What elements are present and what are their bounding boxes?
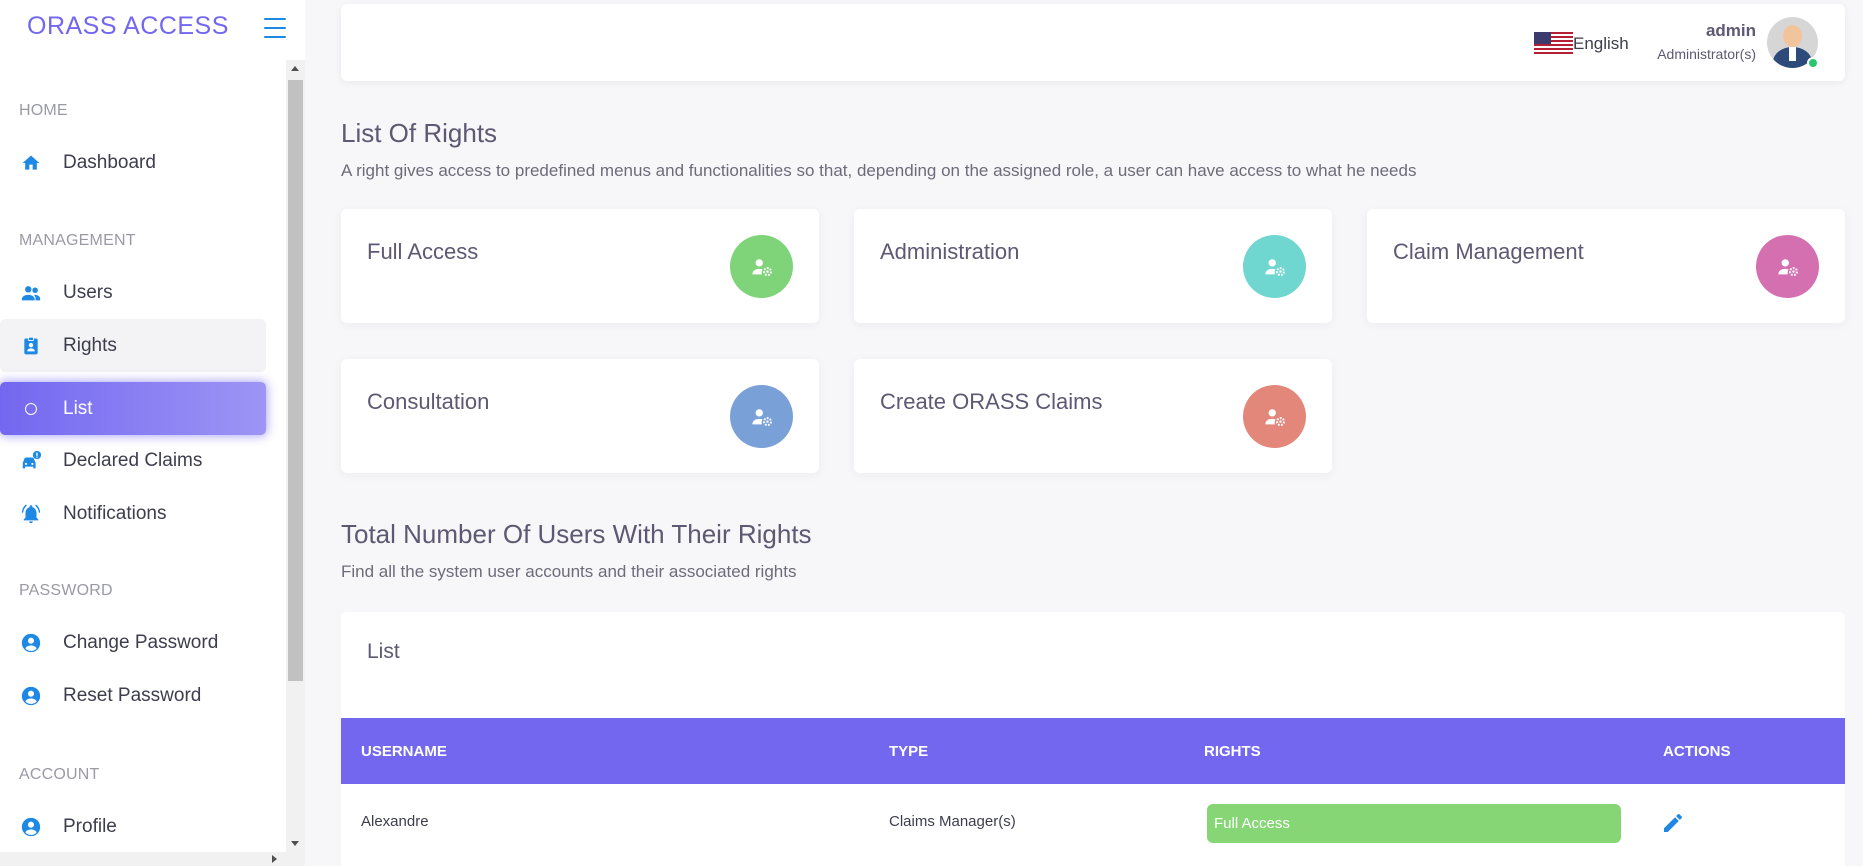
nav-section-password: PASSWORD [19, 582, 113, 599]
cell-type: Claims Manager(s) [889, 813, 1016, 830]
account-circle-icon [19, 815, 43, 839]
right-card-title: Administration [880, 239, 1020, 264]
menu-toggle-icon[interactable] [264, 18, 286, 38]
sidebar-item-users[interactable]: Users [0, 266, 266, 319]
column-header-rights[interactable]: RIGHTS [1204, 743, 1261, 760]
language-label: English [1573, 34, 1629, 53]
user-gear-icon [1243, 385, 1306, 448]
scrollbar-thumb[interactable] [288, 80, 303, 681]
sidebar-item-label: Declared Claims [63, 449, 203, 471]
rights-badge: Full Access [1207, 804, 1621, 843]
cell-username: Alexandre [361, 813, 429, 830]
sidebar-item-label: Change Password [63, 631, 219, 653]
column-header-actions: ACTIONS [1663, 743, 1731, 760]
badge-icon [19, 334, 43, 358]
bell-ring-icon [19, 502, 43, 526]
sidebar-item-notifications[interactable]: Notifications [0, 487, 266, 540]
sidebar-item-reset-password[interactable]: Reset Password [0, 669, 266, 722]
sidebar: ORASS ACCESS HOME Dashboard MANAGEMENT U… [0, 0, 305, 866]
topbar: English admin Administrator(s) [341, 4, 1845, 81]
users-table-card: List USERNAME TYPE RIGHTS ACTIONS Alexan… [341, 612, 1845, 866]
users-title: Total Number Of Users With Their Rights [341, 519, 812, 549]
sidebar-nav: HOME Dashboard MANAGEMENT Users Rights L… [0, 60, 287, 852]
circle-icon [19, 397, 43, 421]
right-card-full-access[interactable]: Full Access [341, 209, 819, 323]
language-selector[interactable]: English [1534, 32, 1629, 56]
sidebar-item-label: Notifications [63, 502, 167, 524]
edit-pencil-icon[interactable] [1661, 811, 1685, 835]
sidebar-item-dashboard[interactable]: Dashboard [0, 136, 266, 189]
user-gear-icon [1756, 235, 1819, 298]
column-header-username[interactable]: USERNAME [361, 743, 447, 760]
user-gear-icon [730, 385, 793, 448]
sidebar-scrollbar[interactable] [286, 60, 305, 852]
sidebar-item-label: List [63, 397, 93, 419]
users-subtitle: Find all the system user accounts and th… [341, 562, 797, 581]
table-header: USERNAME TYPE RIGHTS ACTIONS [341, 718, 1845, 784]
scroll-down-icon[interactable] [291, 841, 299, 846]
sidebar-item-label: Rights [63, 334, 117, 356]
right-card-title: Full Access [367, 239, 479, 264]
sidebar-item-label: Reset Password [63, 684, 202, 706]
account-circle-icon [19, 631, 43, 655]
users-icon [19, 281, 43, 305]
table-row: Alexandre Claims Manager(s) Full Access [341, 784, 1845, 866]
sidebar-horizontal-scrollbar[interactable] [0, 852, 305, 866]
scroll-right-icon[interactable] [272, 855, 277, 863]
sidebar-item-label: Profile [63, 815, 117, 837]
sidebar-item-label: Users [63, 281, 113, 303]
scroll-up-icon[interactable] [291, 66, 299, 71]
sidebar-item-change-password[interactable]: Change Password [0, 616, 266, 669]
user-role: Administrator(s) [1657, 46, 1756, 62]
rights-subtitle: A right gives access to predefined menus… [341, 161, 1417, 180]
home-icon [19, 151, 43, 175]
right-card-claim-management[interactable]: Claim Management [1367, 209, 1845, 323]
table-card-title: List [367, 640, 400, 663]
us-flag-icon [1534, 32, 1573, 56]
online-status-dot [1807, 57, 1819, 69]
user-gear-icon [1243, 235, 1306, 298]
sidebar-item-rights[interactable]: Rights [0, 319, 266, 372]
right-card-title: Create ORASS Claims [880, 389, 1103, 414]
brand-logo[interactable]: ORASS ACCESS [27, 12, 229, 41]
rights-title: List Of Rights [341, 118, 498, 148]
sidebar-item-list[interactable]: List [0, 382, 266, 435]
car-alert-icon [19, 449, 43, 473]
sidebar-item-declared-claims[interactable]: Declared Claims [0, 434, 266, 487]
right-card-title: Claim Management [1393, 239, 1584, 264]
user-gear-icon [730, 235, 793, 298]
sidebar-item-label: Dashboard [63, 151, 156, 173]
nav-section-account: ACCOUNT [19, 766, 100, 783]
nav-section-home: HOME [19, 102, 68, 119]
column-header-type[interactable]: TYPE [889, 743, 928, 760]
account-circle-icon [19, 684, 43, 708]
sidebar-item-profile[interactable]: Profile [0, 800, 266, 852]
right-card-administration[interactable]: Administration [854, 209, 1332, 323]
right-card-title: Consultation [367, 389, 490, 414]
nav-section-management: MANAGEMENT [19, 232, 136, 249]
user-name[interactable]: admin [1706, 21, 1756, 41]
right-card-create-orass-claims[interactable]: Create ORASS Claims [854, 359, 1332, 473]
right-card-consultation[interactable]: Consultation [341, 359, 819, 473]
